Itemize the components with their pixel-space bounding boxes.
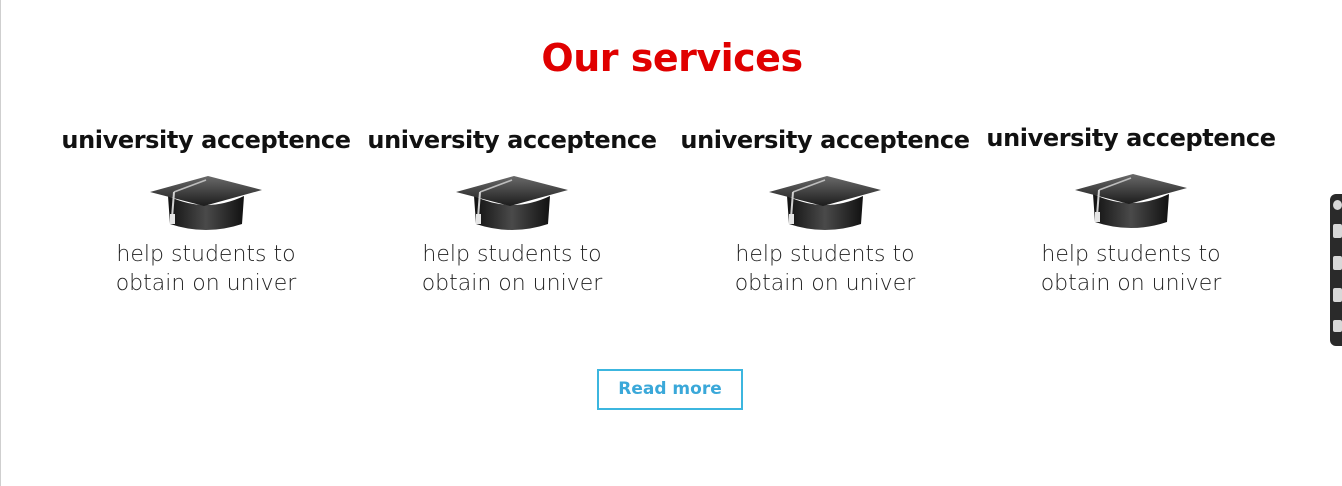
service-description: help students to obtain on univer — [412, 240, 612, 298]
description-line: obtain on univer — [734, 271, 916, 296]
service-heading: university acceptence — [986, 124, 1276, 152]
description-line: help students to — [735, 242, 915, 267]
description-line: obtain on univer — [1040, 271, 1222, 296]
description-line: help students to — [422, 242, 602, 267]
side-dock — [1330, 194, 1342, 346]
square-icon[interactable] — [1333, 224, 1342, 238]
read-more-button[interactable]: Read more — [597, 369, 743, 410]
section-title: Our services — [541, 36, 803, 80]
graduation-cap-icon — [765, 170, 885, 240]
square-icon[interactable] — [1333, 256, 1342, 270]
service-heading: university acceptence — [680, 126, 970, 154]
service-card: university acceptence help students to o… — [986, 118, 1276, 298]
graduation-cap-icon — [146, 170, 266, 240]
copy-icon[interactable] — [1333, 288, 1342, 302]
graduation-cap-icon — [452, 170, 572, 240]
service-heading: university acceptence — [367, 126, 657, 154]
service-description: help students to obtain on univer — [725, 240, 925, 298]
service-card: university acceptence help students to o… — [61, 120, 351, 298]
graduation-cap-icon — [1071, 168, 1191, 238]
service-description: help students to obtain on univer — [1031, 240, 1231, 298]
service-card: university acceptence help students to o… — [680, 120, 970, 298]
service-card: university acceptence help students to o… — [367, 120, 657, 298]
service-description: help students to obtain on univer — [106, 240, 306, 298]
description-line: help students to — [1041, 242, 1221, 267]
service-heading: university acceptence — [61, 126, 351, 154]
gear-icon[interactable] — [1333, 200, 1342, 210]
description-line: help students to — [116, 242, 296, 267]
description-line: obtain on univer — [115, 271, 297, 296]
description-line: obtain on univer — [421, 271, 603, 296]
puzzle-icon[interactable] — [1333, 320, 1342, 332]
services-page: Our services university acceptence help … — [0, 0, 1342, 486]
